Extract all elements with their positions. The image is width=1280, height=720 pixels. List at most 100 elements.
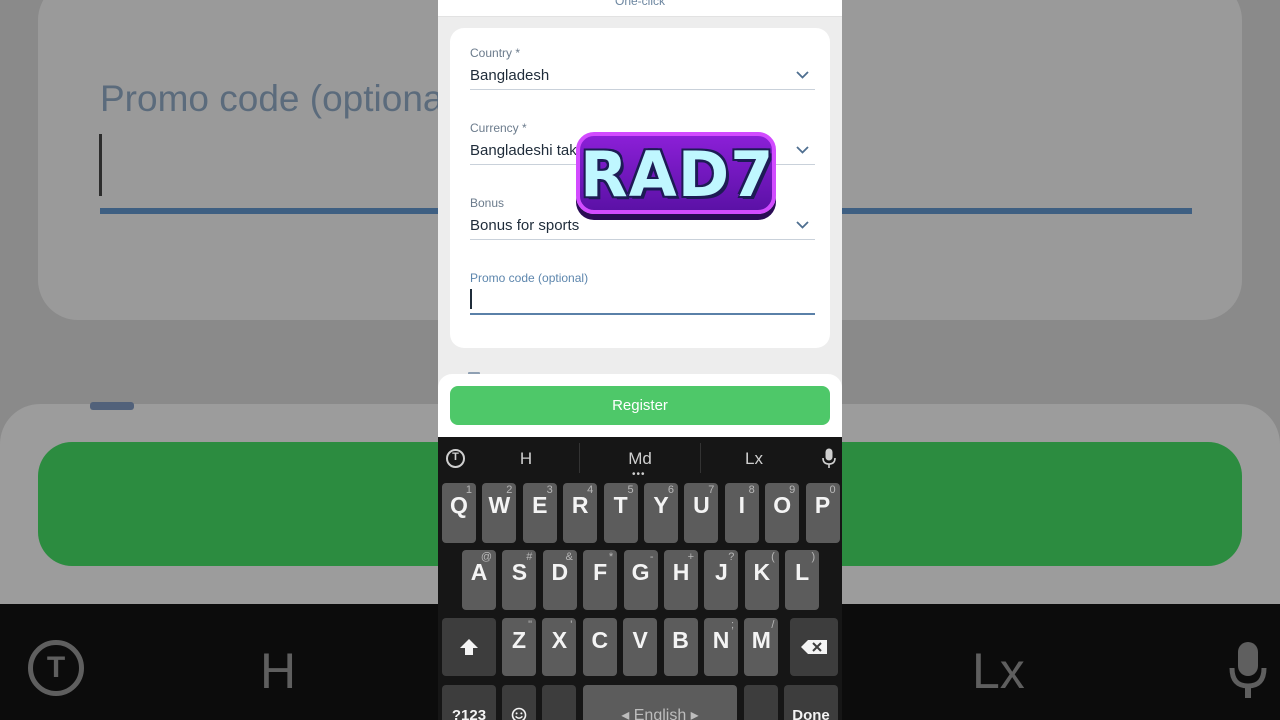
key-j[interactable]: J? xyxy=(704,550,739,610)
key-label: N xyxy=(712,627,730,653)
key-label: D xyxy=(551,559,569,585)
key-hint: ' xyxy=(570,619,573,631)
bg-checkbox xyxy=(90,402,134,410)
suggestion-divider xyxy=(700,443,701,473)
key-i[interactable]: I8 xyxy=(724,483,759,543)
shift-key[interactable] xyxy=(442,618,496,676)
key-label: K xyxy=(753,559,771,585)
key-u[interactable]: U7 xyxy=(684,483,719,543)
key-hint: 0 xyxy=(829,484,836,496)
bg-translate-icon: T xyxy=(28,640,84,696)
key-c[interactable]: C xyxy=(582,618,617,676)
key-q[interactable]: Q1 xyxy=(442,483,476,543)
key-hint: * xyxy=(608,551,614,563)
bg-suggestion-h: H xyxy=(260,643,297,699)
suggestion-3[interactable]: Lx xyxy=(724,449,784,469)
key-label: V xyxy=(632,627,648,653)
key-y[interactable]: Y6 xyxy=(644,483,678,543)
key-label: W xyxy=(488,492,511,518)
suggestion-bar: T H Md ••• Lx xyxy=(438,437,842,480)
key-hint: 6 xyxy=(667,484,674,496)
period-key[interactable] xyxy=(744,685,778,720)
shift-arrow-icon xyxy=(460,639,478,655)
done-key[interactable]: Done xyxy=(784,685,838,720)
key-hint: ; xyxy=(730,619,734,631)
key-label: Y xyxy=(653,492,669,518)
emoji-key[interactable] xyxy=(502,685,536,720)
key-l[interactable]: L) xyxy=(785,550,820,610)
country-label: Country * xyxy=(470,46,521,60)
key-label: I xyxy=(738,492,745,518)
key-label: Q xyxy=(450,492,468,518)
promo-code-underline xyxy=(470,313,815,315)
key-a[interactable]: A @ xyxy=(462,550,496,610)
top-tab-bar: One-click xyxy=(438,0,842,17)
key-label: C xyxy=(591,627,609,653)
bonus-underline xyxy=(470,239,815,240)
key-d[interactable]: D & xyxy=(542,550,577,610)
key-o[interactable]: O9 xyxy=(765,483,800,543)
tab-one-click[interactable]: One-click xyxy=(438,0,842,8)
key-label: J xyxy=(714,559,728,585)
key-hint: 8 xyxy=(748,484,755,496)
text-caret xyxy=(470,289,472,309)
key-b[interactable]: B xyxy=(663,618,698,676)
suggestion-2[interactable]: Md xyxy=(610,449,670,469)
space-bar[interactable]: ◂ English ▸ xyxy=(583,685,737,720)
key-x[interactable]: X ' xyxy=(542,618,577,676)
key-h[interactable]: H + xyxy=(664,550,698,610)
key-label: H xyxy=(672,559,690,585)
key-v[interactable]: V xyxy=(623,618,658,676)
promo-code-label: Promo code (optional) xyxy=(470,271,589,285)
register-button[interactable]: Register xyxy=(450,386,830,425)
key-k[interactable]: K( xyxy=(744,550,779,610)
key-label: M xyxy=(751,627,771,653)
key-hint: ( xyxy=(771,551,775,563)
backspace-key[interactable] xyxy=(790,618,838,676)
key-e[interactable]: E3 xyxy=(522,483,557,543)
key-hint: 7 xyxy=(708,484,715,496)
key-hint: 9 xyxy=(789,484,796,496)
symbols-key[interactable]: ?123 xyxy=(442,685,496,720)
mic-icon[interactable] xyxy=(822,448,836,469)
key-f[interactable]: F * xyxy=(583,550,618,610)
key-m[interactable]: M / xyxy=(744,618,779,676)
key-hint: ) xyxy=(811,551,816,563)
key-label: P xyxy=(814,492,831,518)
key-n[interactable]: N; xyxy=(704,618,738,676)
country-select[interactable]: Country * Bangladesh xyxy=(470,46,815,90)
key-hint: " xyxy=(528,619,532,631)
key-label: G xyxy=(631,559,650,585)
translate-icon[interactable]: T xyxy=(446,449,465,468)
bg-mic-icon xyxy=(1229,642,1267,698)
key-r[interactable]: R4 xyxy=(563,483,598,543)
key-hint: # xyxy=(526,551,533,563)
comma-key[interactable] xyxy=(542,685,576,720)
suggestion-1[interactable]: H xyxy=(496,449,556,469)
bg-promo-label: Promo code (optiona xyxy=(100,78,444,119)
key-p[interactable]: P0 xyxy=(805,483,840,543)
key-label: X xyxy=(551,627,568,653)
key-label: B xyxy=(672,627,689,653)
promo-code-input[interactable]: Promo code (optional) xyxy=(470,271,815,315)
soft-keyboard: T H Md ••• Lx Q1W2E3R4T5Y6U7I8O9P0 A @ S # D… xyxy=(438,437,842,720)
key-t[interactable]: T5 xyxy=(603,483,638,543)
chevron-down-icon xyxy=(796,221,809,229)
bg-suggestion-lx: Lx xyxy=(972,643,1025,699)
key-g[interactable]: G- xyxy=(623,550,658,610)
country-underline xyxy=(470,89,815,90)
country-value: Bangladesh xyxy=(470,67,550,84)
rad7-logo-overlay: RAD7 xyxy=(576,132,776,214)
key-label: L xyxy=(795,559,810,585)
key-label: U xyxy=(693,492,710,518)
key-s[interactable]: S # xyxy=(502,550,537,610)
key-label: O xyxy=(773,492,792,518)
key-hint: & xyxy=(565,551,573,563)
phone-screen: One-click Country * Bangladesh Currency … xyxy=(438,0,842,720)
more-suggestions-dots: ••• xyxy=(632,469,646,480)
rad7-text: RAD7 xyxy=(580,138,775,211)
key-w[interactable]: W2 xyxy=(482,483,517,543)
key-label: R xyxy=(571,492,589,518)
key-hint: / xyxy=(771,619,775,631)
key-z[interactable]: Z " xyxy=(502,618,536,676)
